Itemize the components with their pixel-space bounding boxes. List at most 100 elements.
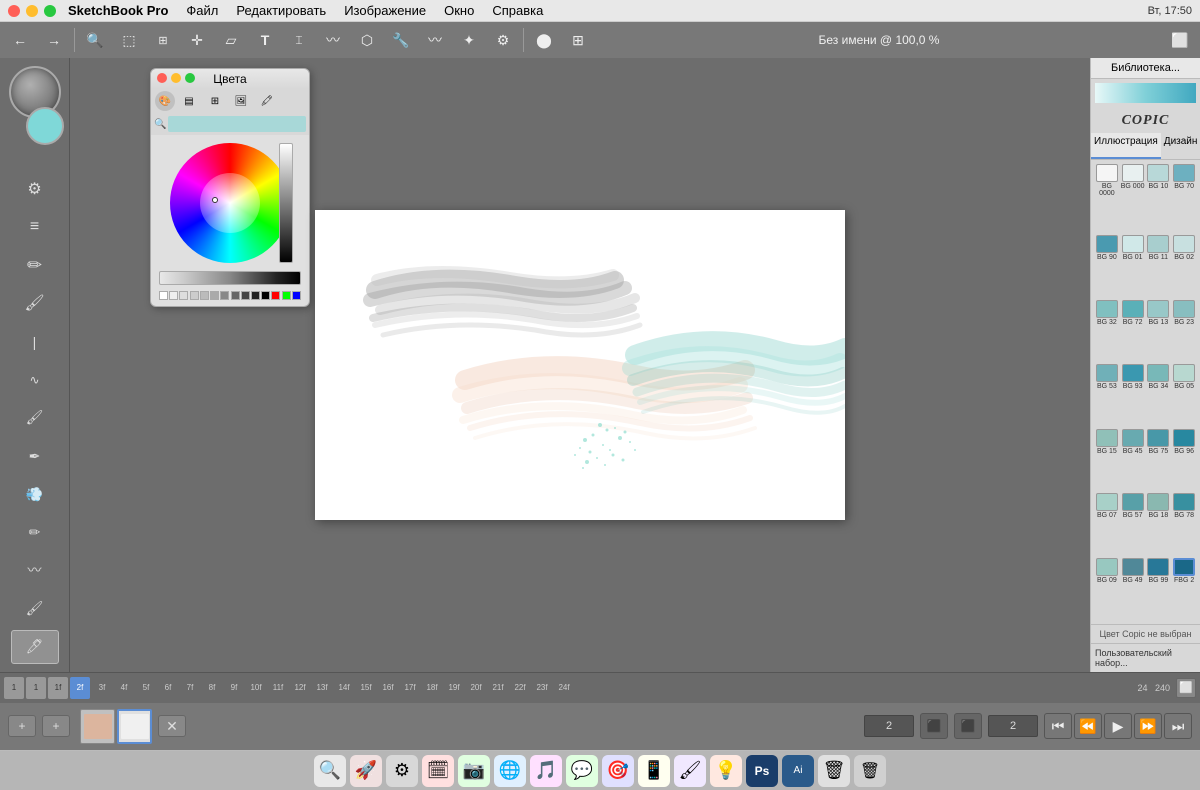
copic-color-item[interactable]: BG 78 [1172,493,1196,555]
text-tool-button[interactable]: T [249,26,281,54]
crop-tool-button[interactable]: ⌶ [283,26,315,54]
dock-app9[interactable]: 🎯 [602,755,634,787]
menu-image[interactable]: Изображение [336,1,434,20]
timeline-expand-button[interactable]: ⬜ [1176,678,1196,698]
brush-tool-2[interactable]: 🖌 [11,401,59,435]
swatch-7[interactable] [231,291,240,300]
line-tool-button[interactable]: 〰 [317,26,349,54]
swatch-5[interactable] [210,291,219,300]
copic-color-item[interactable]: BG 13 [1147,300,1171,362]
copic-color-item[interactable]: BG 45 [1121,429,1145,491]
canvas-area[interactable]: Цвета 🎨 ▤ ⊞ 🖼 🖍 🔍 [70,58,1090,672]
copic-color-item[interactable]: BG 23 [1172,300,1196,362]
timeline-frame-1[interactable]: 1 [4,677,24,699]
marquee-tool-button[interactable]: ⬚ [113,26,145,54]
copic-color-item[interactable]: BG 90 [1095,235,1119,297]
copic-color-item[interactable]: BG 0000 [1095,164,1119,233]
cp-tab-palettes[interactable]: ⊞ [203,91,227,111]
brush-settings-button[interactable]: ⚙ [487,26,519,54]
copic-color-item[interactable]: BG 72 [1121,300,1145,362]
dock-messages[interactable]: 💬 [566,755,598,787]
pen-tool[interactable]: ✒ [11,439,59,473]
copic-color-item[interactable]: BG 11 [1147,235,1171,297]
menu-window[interactable]: Окно [436,1,482,20]
menu-file[interactable]: Файл [178,1,226,20]
timeline-frame-12[interactable]: 10f [246,677,266,699]
ellipse-tool-button[interactable]: ⬡ [351,26,383,54]
timeline-frame-7[interactable]: 5f [136,677,156,699]
dock-app14[interactable]: Ai [782,755,814,787]
timeline-frame-8[interactable]: 6f [158,677,178,699]
distort-button[interactable]: ▱ [215,26,247,54]
color-panel-minimize[interactable] [171,73,181,83]
lasso-tool-button[interactable]: ⊞ [147,26,179,54]
dock-photos[interactable]: 📷 [458,755,490,787]
timeline-frame-5[interactable]: 3f [92,677,112,699]
color-wheel-selector[interactable] [212,197,218,203]
timeline-frame-4[interactable]: 2f [70,677,90,699]
swatch-1[interactable] [169,291,178,300]
timeline-frame-15[interactable]: 13f [312,677,332,699]
brightness-slider[interactable] [279,143,293,263]
timeline-frame-14[interactable]: 12f [290,677,310,699]
copic-color-item[interactable]: BG 99 [1147,558,1171,620]
dock-calendar[interactable]: 🗓 [422,755,454,787]
timeline-frame-13[interactable]: 11f [268,677,288,699]
loop-play-button[interactable]: ⬛ [920,713,948,739]
swatch-black[interactable] [261,291,270,300]
resize-button[interactable]: ⬜ [1164,26,1196,54]
dock-finder[interactable]: 🔍 [314,755,346,787]
fill-tool-button[interactable]: 🔧 [385,26,417,54]
dock-trash[interactable]: 🗑 [854,755,886,787]
copic-color-item[interactable]: BG 05 [1172,364,1196,426]
swatch-4[interactable] [200,291,209,300]
frame-thumb-1[interactable] [80,709,115,744]
undo-button[interactable]: ← [4,26,36,54]
dock-itunes[interactable]: 🎵 [530,755,562,787]
copic-color-item[interactable]: BG 10 [1147,164,1171,233]
copic-color-item[interactable]: BG 000 [1121,164,1145,233]
spray-tool[interactable]: 💨 [11,477,59,511]
dock-launchpad[interactable]: 🚀 [350,755,382,787]
dock-app12[interactable]: 💡 [710,755,742,787]
color-wheel-button[interactable]: ⬤ [528,26,560,54]
timeline-frame-26[interactable]: 24f [554,677,574,699]
stop-button[interactable]: ⬛ [954,713,982,739]
dock-sketchbook[interactable]: 🖌 [674,755,706,787]
color-panel-close[interactable] [157,73,167,83]
copic-tab-design[interactable]: Дизайн [1161,133,1200,159]
timeline-frame-22[interactable]: 20f [466,677,486,699]
airbrush-tool[interactable]: ∿ [11,363,59,397]
timeline-frame-3[interactable]: 1f [48,677,68,699]
color-search-input[interactable] [168,116,306,132]
copic-color-item[interactable]: BG 70 [1172,164,1196,233]
delete-frame-button[interactable]: ✕ [158,715,186,737]
zoom-tool-button[interactable]: 🔍 [79,26,111,54]
copic-color-item[interactable]: BG 49 [1121,558,1145,620]
pencil-tool-1[interactable]: ✏ [11,248,59,282]
eraser-tool-button[interactable]: ✦ [453,26,485,54]
dock-safari[interactable]: 🌐 [494,755,526,787]
swatch-2[interactable] [179,291,188,300]
timeline-frame-20[interactable]: 18f [422,677,442,699]
copic-tab-illustration[interactable]: Иллюстрация [1091,133,1161,159]
copic-color-item[interactable]: FBG 2 [1172,558,1196,620]
swatch-8[interactable] [241,291,250,300]
copic-custom-set[interactable]: Пользовательский набор... [1091,643,1200,672]
cp-tab-sliders[interactable]: ▤ [177,91,201,111]
swatch-green[interactable] [282,291,291,300]
grid-button[interactable]: ⊞ [562,26,594,54]
brush-tool-5[interactable]: 🖊 [11,630,59,664]
swatch-6[interactable] [220,291,229,300]
transform-button[interactable]: ✛ [181,26,213,54]
minimize-button[interactable] [26,5,38,17]
cp-tab-spectrum[interactable]: 🎨 [155,91,175,111]
swatch-blue[interactable] [292,291,301,300]
add-layer-button[interactable]: + [8,715,36,737]
prev-frame-button[interactable]: ⏪ [1074,713,1102,739]
copic-color-item[interactable]: BG 75 [1147,429,1171,491]
dock-app10[interactable]: 📱 [638,755,670,787]
close-button[interactable] [8,5,20,17]
timeline-frame-18[interactable]: 16f [378,677,398,699]
copic-color-item[interactable]: BG 01 [1121,235,1145,297]
